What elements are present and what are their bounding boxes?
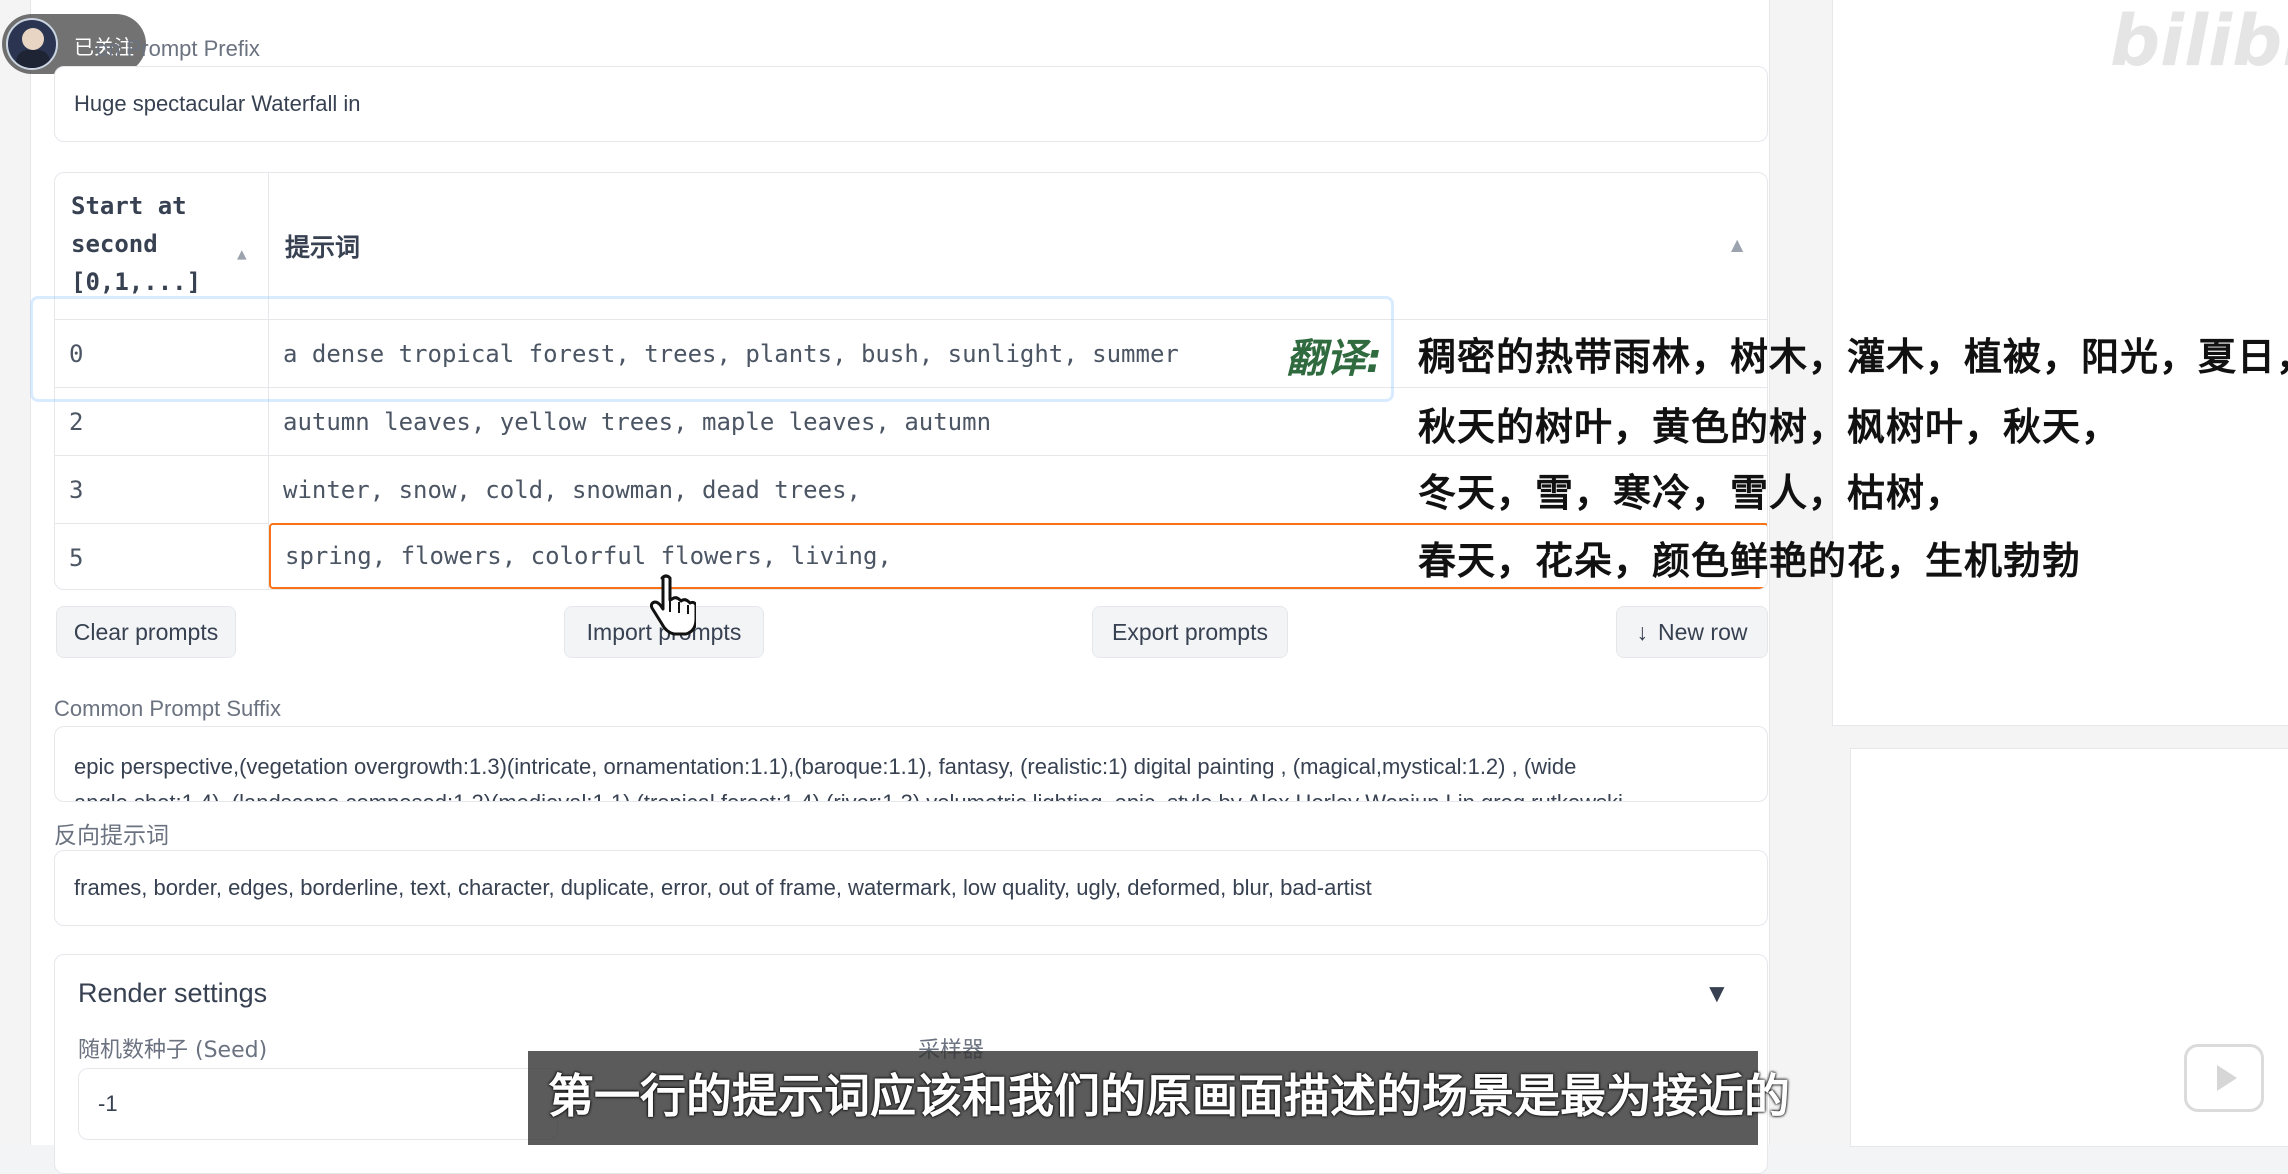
cell-prompt: winter, snow, cold, snowman, dead trees, bbox=[283, 475, 861, 504]
render-settings-title: Render settings bbox=[78, 978, 268, 1008]
tv-play-icon[interactable] bbox=[2184, 1044, 2264, 1112]
bilibili-watermark: bilibili bbox=[2110, 0, 2288, 82]
cell-prompt: autumn leaves, yellow trees, maple leave… bbox=[283, 407, 992, 436]
suffix-line-2: angle shot:1.4), (landscape composed:1.2… bbox=[74, 785, 1748, 801]
prefix-input[interactable]: Huge spectacular Waterfall in bbox=[54, 66, 1768, 142]
render-settings-header[interactable]: Render settings ▼ bbox=[78, 978, 1758, 1018]
clear-prompts-button[interactable]: Clear prompts bbox=[56, 606, 236, 658]
cell-second: 5 bbox=[69, 543, 84, 572]
suffix-line-1: epic perspective,(vegetation overgrowth:… bbox=[74, 754, 1577, 779]
new-row-label: New row bbox=[1658, 618, 1748, 645]
translation-line-3: 冬天，雪，寒冷，雪人，枯树， bbox=[1418, 471, 1965, 515]
export-prompts-button[interactable]: Export prompts bbox=[1092, 606, 1288, 658]
prefix-label: on Prompt Prefix bbox=[96, 36, 260, 61]
sort-arrow-icon[interactable]: ▲ bbox=[1731, 235, 1743, 254]
translation-line-4: 春天，花朵，颜色鲜艳的花，生机勃勃 bbox=[1418, 539, 2082, 583]
negative-value: frames, border, edges, borderline, text,… bbox=[74, 875, 1372, 900]
cell-second: 3 bbox=[69, 475, 84, 504]
row-highlight-frame bbox=[30, 296, 1394, 402]
header-prompt-label: 提示词 bbox=[285, 233, 361, 262]
seed-input[interactable]: -1 bbox=[78, 1068, 558, 1140]
new-row-button[interactable]: ↓ New row bbox=[1616, 606, 1768, 658]
avatar bbox=[6, 18, 58, 70]
hand-pointer-icon bbox=[649, 574, 696, 636]
sort-arrow-icon[interactable]: ▲ bbox=[237, 235, 247, 273]
translation-line-1: 稠密的热带雨林，树木，灌木，植被，阳光，夏日， bbox=[1418, 335, 2288, 379]
table-row-3-second[interactable]: 5 bbox=[55, 523, 269, 589]
cell-second: 2 bbox=[69, 407, 84, 436]
video-subtitle: 第一行的提示词应该和我们的原画面描述的场景是最为接近的 bbox=[548, 1069, 1790, 1123]
cell-prompt: spring, flowers, colorful flowers, livin… bbox=[285, 542, 892, 570]
prefix-value: Huge spectacular Waterfall in bbox=[74, 91, 361, 116]
negative-input[interactable]: frames, border, edges, borderline, text,… bbox=[54, 850, 1768, 926]
translation-line-2: 秋天的树叶，黄色的树，枫树叶，秋天， bbox=[1418, 405, 2121, 449]
negative-label: 反向提示词 bbox=[54, 823, 169, 849]
table-row-2-second[interactable]: 3 bbox=[55, 455, 269, 523]
suffix-textarea[interactable]: epic perspective,(vegetation overgrowth:… bbox=[54, 726, 1768, 802]
seed-label: 随机数种子 (Seed) bbox=[78, 1038, 268, 1063]
collapse-triangle-icon[interactable]: ▼ bbox=[1704, 978, 1730, 1009]
header-line-1: Start at bbox=[71, 192, 187, 220]
arrow-down-icon: ↓ bbox=[1636, 618, 1649, 645]
suffix-label: Common Prompt Suffix bbox=[54, 696, 282, 721]
seed-value: -1 bbox=[98, 1091, 118, 1116]
translation-tag: 翻译: bbox=[1286, 336, 1382, 382]
